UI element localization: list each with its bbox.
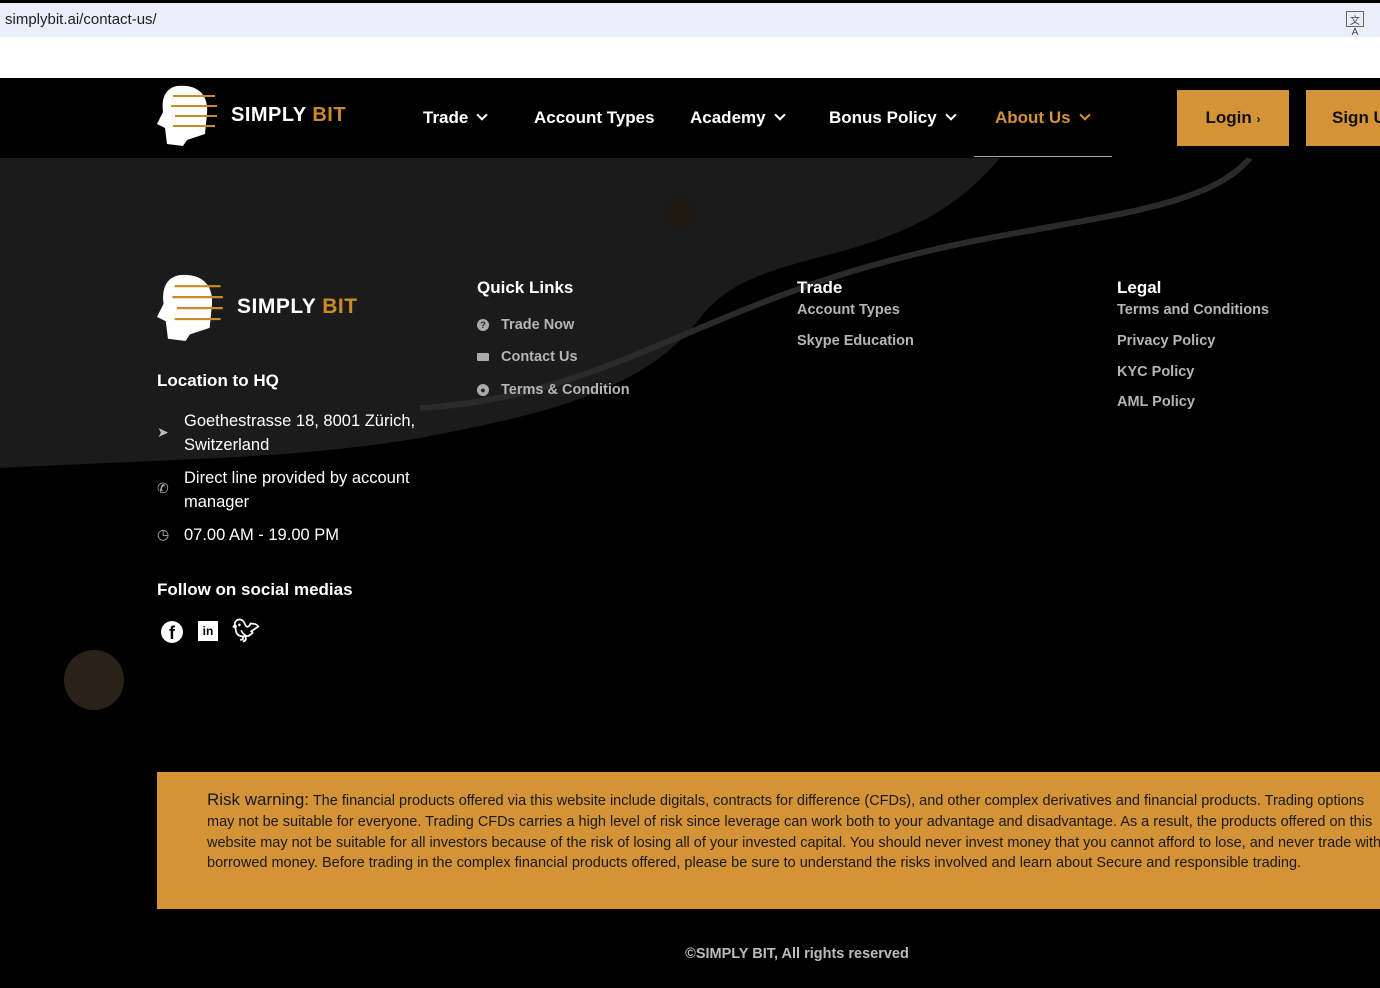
linkedin-icon[interactable]: in (198, 621, 218, 641)
risk-label: Risk warning: (207, 790, 310, 809)
top-nav: SIMPLY BIT Trade Account Types Academy B… (0, 78, 1380, 158)
social-heading: Follow on social medias (157, 580, 353, 599)
url-text: simplybit.ai/contact-us/ (5, 11, 157, 28)
quick-link-trade-now[interactable]: ? Trade Now (477, 317, 574, 333)
nav-academy[interactable]: Academy (690, 108, 786, 128)
chevron-down-icon (476, 109, 489, 121)
legal-link-aml[interactable]: AML Policy (1117, 394, 1195, 410)
legal-heading: Legal (1117, 278, 1162, 297)
legal-link-terms[interactable]: Terms and Conditions (1117, 302, 1269, 318)
signup-button[interactable]: Sign Up (1306, 90, 1380, 146)
quick-link-contact-us[interactable]: Contact Us (477, 349, 578, 365)
risk-warning: Risk warning: The financial products off… (157, 772, 1380, 909)
trade-link-account-types[interactable]: Account Types (797, 302, 900, 318)
chevron-down-icon (773, 109, 786, 121)
head-logo-icon (157, 274, 223, 341)
brand-logo[interactable]: SIMPLY BIT (157, 84, 346, 146)
trade-link-skype-education[interactable]: Skype Education (797, 333, 914, 349)
legal-link-kyc[interactable]: KYC Policy (1117, 364, 1194, 380)
legal-link-privacy[interactable]: Privacy Policy (1117, 333, 1215, 349)
address-text: Goethestrasse 18, 8001 Zürich, Switzerla… (184, 412, 416, 454)
copyright: ©SIMPLY BIT, All rights reserved (685, 946, 909, 962)
address-bar[interactable]: simplybit.ai/contact-us/文A (0, 3, 1380, 38)
blank-strip (0, 37, 1380, 78)
head-logo-icon (157, 85, 217, 146)
clock-icon: ◷ (157, 526, 170, 542)
footer-logo: SIMPLY BIT (157, 273, 358, 341)
hours-text: 07.00 AM - 19.00 PM (184, 526, 340, 544)
phone-icon: ✆ (157, 480, 169, 496)
active-underline (974, 156, 1112, 157)
nav-account-types[interactable]: Account Types (534, 108, 655, 128)
quick-links-heading: Quick Links (477, 278, 574, 297)
translate-icon[interactable]: 文A (1346, 11, 1364, 38)
location-heading: Location to HQ (157, 371, 279, 390)
location-arrow-icon: ➤ (157, 424, 169, 440)
card-icon (477, 353, 489, 361)
chevron-down-icon (945, 109, 957, 121)
twitter-icon[interactable]: 🐦︎ (232, 618, 260, 644)
trade-heading: Trade (797, 278, 843, 297)
quick-link-terms[interactable]: ● Terms & Condition (477, 382, 630, 398)
facebook-icon[interactable]: f (161, 621, 183, 643)
phone-text: Direct line provided by account manager (184, 469, 410, 511)
nav-trade[interactable]: Trade (423, 108, 489, 128)
chevron-down-icon (1078, 109, 1091, 121)
question-icon: ? (477, 319, 489, 331)
nav-bonus-policy[interactable]: Bonus Policy (829, 108, 957, 128)
circle-icon: ● (477, 384, 489, 396)
login-button[interactable]: Login › (1177, 90, 1289, 146)
nav-about-us[interactable]: About Us (995, 108, 1091, 128)
risk-text: The financial products offered via this … (207, 793, 1380, 872)
